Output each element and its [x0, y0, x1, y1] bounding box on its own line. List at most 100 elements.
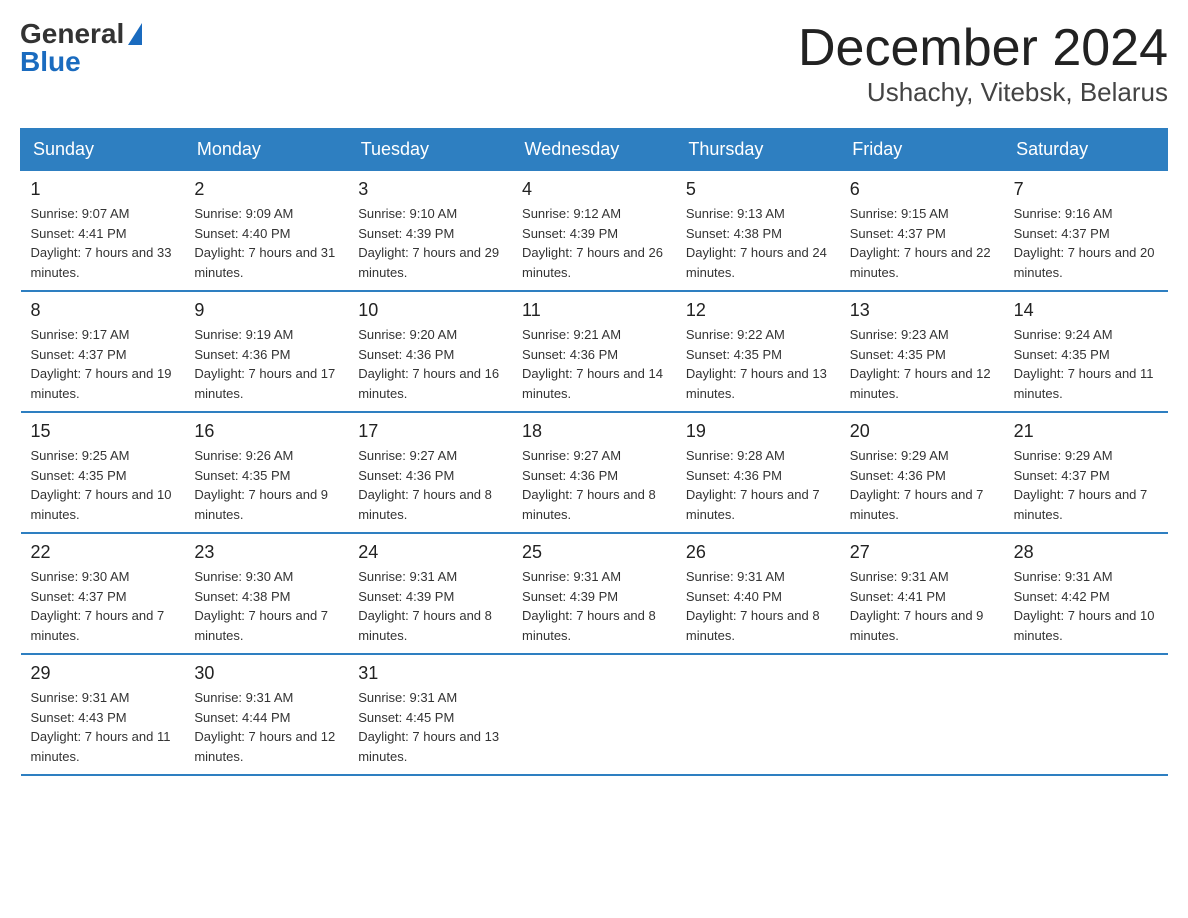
day-info: Sunrise: 9:22 AMSunset: 4:35 PMDaylight:… [686, 327, 827, 401]
day-number: 8 [31, 300, 175, 321]
calendar-cell: 30 Sunrise: 9:31 AMSunset: 4:44 PMDaylig… [184, 654, 348, 775]
calendar-cell: 6 Sunrise: 9:15 AMSunset: 4:37 PMDayligh… [840, 171, 1004, 292]
day-info: Sunrise: 9:31 AMSunset: 4:42 PMDaylight:… [1014, 569, 1155, 643]
day-info: Sunrise: 9:23 AMSunset: 4:35 PMDaylight:… [850, 327, 991, 401]
day-number: 10 [358, 300, 502, 321]
day-number: 24 [358, 542, 502, 563]
calendar-header-row: SundayMondayTuesdayWednesdayThursdayFrid… [21, 129, 1168, 171]
day-number: 5 [686, 179, 830, 200]
logo-blue-text: Blue [20, 46, 81, 77]
day-info: Sunrise: 9:07 AMSunset: 4:41 PMDaylight:… [31, 206, 172, 280]
day-number: 9 [194, 300, 338, 321]
day-info: Sunrise: 9:31 AMSunset: 4:43 PMDaylight:… [31, 690, 171, 764]
calendar-week-row: 8 Sunrise: 9:17 AMSunset: 4:37 PMDayligh… [21, 291, 1168, 412]
day-number: 22 [31, 542, 175, 563]
day-number: 14 [1014, 300, 1158, 321]
calendar-week-row: 29 Sunrise: 9:31 AMSunset: 4:43 PMDaylig… [21, 654, 1168, 775]
calendar-cell: 4 Sunrise: 9:12 AMSunset: 4:39 PMDayligh… [512, 171, 676, 292]
day-info: Sunrise: 9:21 AMSunset: 4:36 PMDaylight:… [522, 327, 663, 401]
calendar-cell: 15 Sunrise: 9:25 AMSunset: 4:35 PMDaylig… [21, 412, 185, 533]
day-info: Sunrise: 9:25 AMSunset: 4:35 PMDaylight:… [31, 448, 172, 522]
calendar-cell: 9 Sunrise: 9:19 AMSunset: 4:36 PMDayligh… [184, 291, 348, 412]
calendar-cell: 29 Sunrise: 9:31 AMSunset: 4:43 PMDaylig… [21, 654, 185, 775]
calendar-cell: 20 Sunrise: 9:29 AMSunset: 4:36 PMDaylig… [840, 412, 1004, 533]
day-info: Sunrise: 9:13 AMSunset: 4:38 PMDaylight:… [686, 206, 827, 280]
calendar-cell: 7 Sunrise: 9:16 AMSunset: 4:37 PMDayligh… [1004, 171, 1168, 292]
logo: General Blue [20, 20, 142, 76]
day-info: Sunrise: 9:09 AMSunset: 4:40 PMDaylight:… [194, 206, 335, 280]
calendar-cell: 23 Sunrise: 9:30 AMSunset: 4:38 PMDaylig… [184, 533, 348, 654]
day-info: Sunrise: 9:27 AMSunset: 4:36 PMDaylight:… [522, 448, 656, 522]
calendar-cell: 22 Sunrise: 9:30 AMSunset: 4:37 PMDaylig… [21, 533, 185, 654]
day-number: 28 [1014, 542, 1158, 563]
day-number: 17 [358, 421, 502, 442]
day-number: 4 [522, 179, 666, 200]
day-number: 6 [850, 179, 994, 200]
calendar-week-row: 22 Sunrise: 9:30 AMSunset: 4:37 PMDaylig… [21, 533, 1168, 654]
day-of-week-header: Monday [184, 129, 348, 171]
day-info: Sunrise: 9:29 AMSunset: 4:36 PMDaylight:… [850, 448, 984, 522]
day-info: Sunrise: 9:31 AMSunset: 4:45 PMDaylight:… [358, 690, 499, 764]
day-info: Sunrise: 9:30 AMSunset: 4:38 PMDaylight:… [194, 569, 328, 643]
day-info: Sunrise: 9:28 AMSunset: 4:36 PMDaylight:… [686, 448, 820, 522]
day-info: Sunrise: 9:24 AMSunset: 4:35 PMDaylight:… [1014, 327, 1154, 401]
day-info: Sunrise: 9:31 AMSunset: 4:39 PMDaylight:… [522, 569, 656, 643]
day-number: 1 [31, 179, 175, 200]
day-number: 16 [194, 421, 338, 442]
calendar-week-row: 15 Sunrise: 9:25 AMSunset: 4:35 PMDaylig… [21, 412, 1168, 533]
day-number: 7 [1014, 179, 1158, 200]
day-info: Sunrise: 9:30 AMSunset: 4:37 PMDaylight:… [31, 569, 165, 643]
calendar-cell: 12 Sunrise: 9:22 AMSunset: 4:35 PMDaylig… [676, 291, 840, 412]
calendar-table: SundayMondayTuesdayWednesdayThursdayFrid… [20, 128, 1168, 776]
calendar-title: December 2024 [798, 20, 1168, 77]
day-info: Sunrise: 9:16 AMSunset: 4:37 PMDaylight:… [1014, 206, 1155, 280]
day-number: 13 [850, 300, 994, 321]
day-of-week-header: Thursday [676, 129, 840, 171]
calendar-cell: 17 Sunrise: 9:27 AMSunset: 4:36 PMDaylig… [348, 412, 512, 533]
day-info: Sunrise: 9:31 AMSunset: 4:40 PMDaylight:… [686, 569, 820, 643]
day-info: Sunrise: 9:12 AMSunset: 4:39 PMDaylight:… [522, 206, 663, 280]
calendar-cell: 13 Sunrise: 9:23 AMSunset: 4:35 PMDaylig… [840, 291, 1004, 412]
calendar-cell [1004, 654, 1168, 775]
day-info: Sunrise: 9:31 AMSunset: 4:41 PMDaylight:… [850, 569, 984, 643]
calendar-cell: 8 Sunrise: 9:17 AMSunset: 4:37 PMDayligh… [21, 291, 185, 412]
day-info: Sunrise: 9:19 AMSunset: 4:36 PMDaylight:… [194, 327, 335, 401]
day-number: 18 [522, 421, 666, 442]
calendar-cell: 24 Sunrise: 9:31 AMSunset: 4:39 PMDaylig… [348, 533, 512, 654]
calendar-cell: 16 Sunrise: 9:26 AMSunset: 4:35 PMDaylig… [184, 412, 348, 533]
page-header: General Blue December 2024 Ushachy, Vite… [20, 20, 1168, 108]
day-number: 23 [194, 542, 338, 563]
calendar-cell: 18 Sunrise: 9:27 AMSunset: 4:36 PMDaylig… [512, 412, 676, 533]
day-number: 15 [31, 421, 175, 442]
day-of-week-header: Wednesday [512, 129, 676, 171]
day-number: 21 [1014, 421, 1158, 442]
calendar-cell: 31 Sunrise: 9:31 AMSunset: 4:45 PMDaylig… [348, 654, 512, 775]
day-number: 20 [850, 421, 994, 442]
title-area: December 2024 Ushachy, Vitebsk, Belarus [798, 20, 1168, 108]
calendar-cell: 19 Sunrise: 9:28 AMSunset: 4:36 PMDaylig… [676, 412, 840, 533]
calendar-cell: 26 Sunrise: 9:31 AMSunset: 4:40 PMDaylig… [676, 533, 840, 654]
day-number: 29 [31, 663, 175, 684]
day-number: 11 [522, 300, 666, 321]
day-info: Sunrise: 9:10 AMSunset: 4:39 PMDaylight:… [358, 206, 499, 280]
day-number: 19 [686, 421, 830, 442]
calendar-week-row: 1 Sunrise: 9:07 AMSunset: 4:41 PMDayligh… [21, 171, 1168, 292]
day-number: 25 [522, 542, 666, 563]
day-info: Sunrise: 9:17 AMSunset: 4:37 PMDaylight:… [31, 327, 172, 401]
day-number: 30 [194, 663, 338, 684]
calendar-cell: 10 Sunrise: 9:20 AMSunset: 4:36 PMDaylig… [348, 291, 512, 412]
calendar-cell: 28 Sunrise: 9:31 AMSunset: 4:42 PMDaylig… [1004, 533, 1168, 654]
day-of-week-header: Sunday [21, 129, 185, 171]
calendar-cell: 25 Sunrise: 9:31 AMSunset: 4:39 PMDaylig… [512, 533, 676, 654]
logo-general-text: General [20, 20, 124, 48]
calendar-cell [840, 654, 1004, 775]
calendar-cell [512, 654, 676, 775]
calendar-cell [676, 654, 840, 775]
day-number: 3 [358, 179, 502, 200]
day-number: 27 [850, 542, 994, 563]
day-info: Sunrise: 9:27 AMSunset: 4:36 PMDaylight:… [358, 448, 492, 522]
day-of-week-header: Friday [840, 129, 1004, 171]
calendar-cell: 5 Sunrise: 9:13 AMSunset: 4:38 PMDayligh… [676, 171, 840, 292]
day-info: Sunrise: 9:15 AMSunset: 4:37 PMDaylight:… [850, 206, 991, 280]
day-info: Sunrise: 9:31 AMSunset: 4:44 PMDaylight:… [194, 690, 335, 764]
